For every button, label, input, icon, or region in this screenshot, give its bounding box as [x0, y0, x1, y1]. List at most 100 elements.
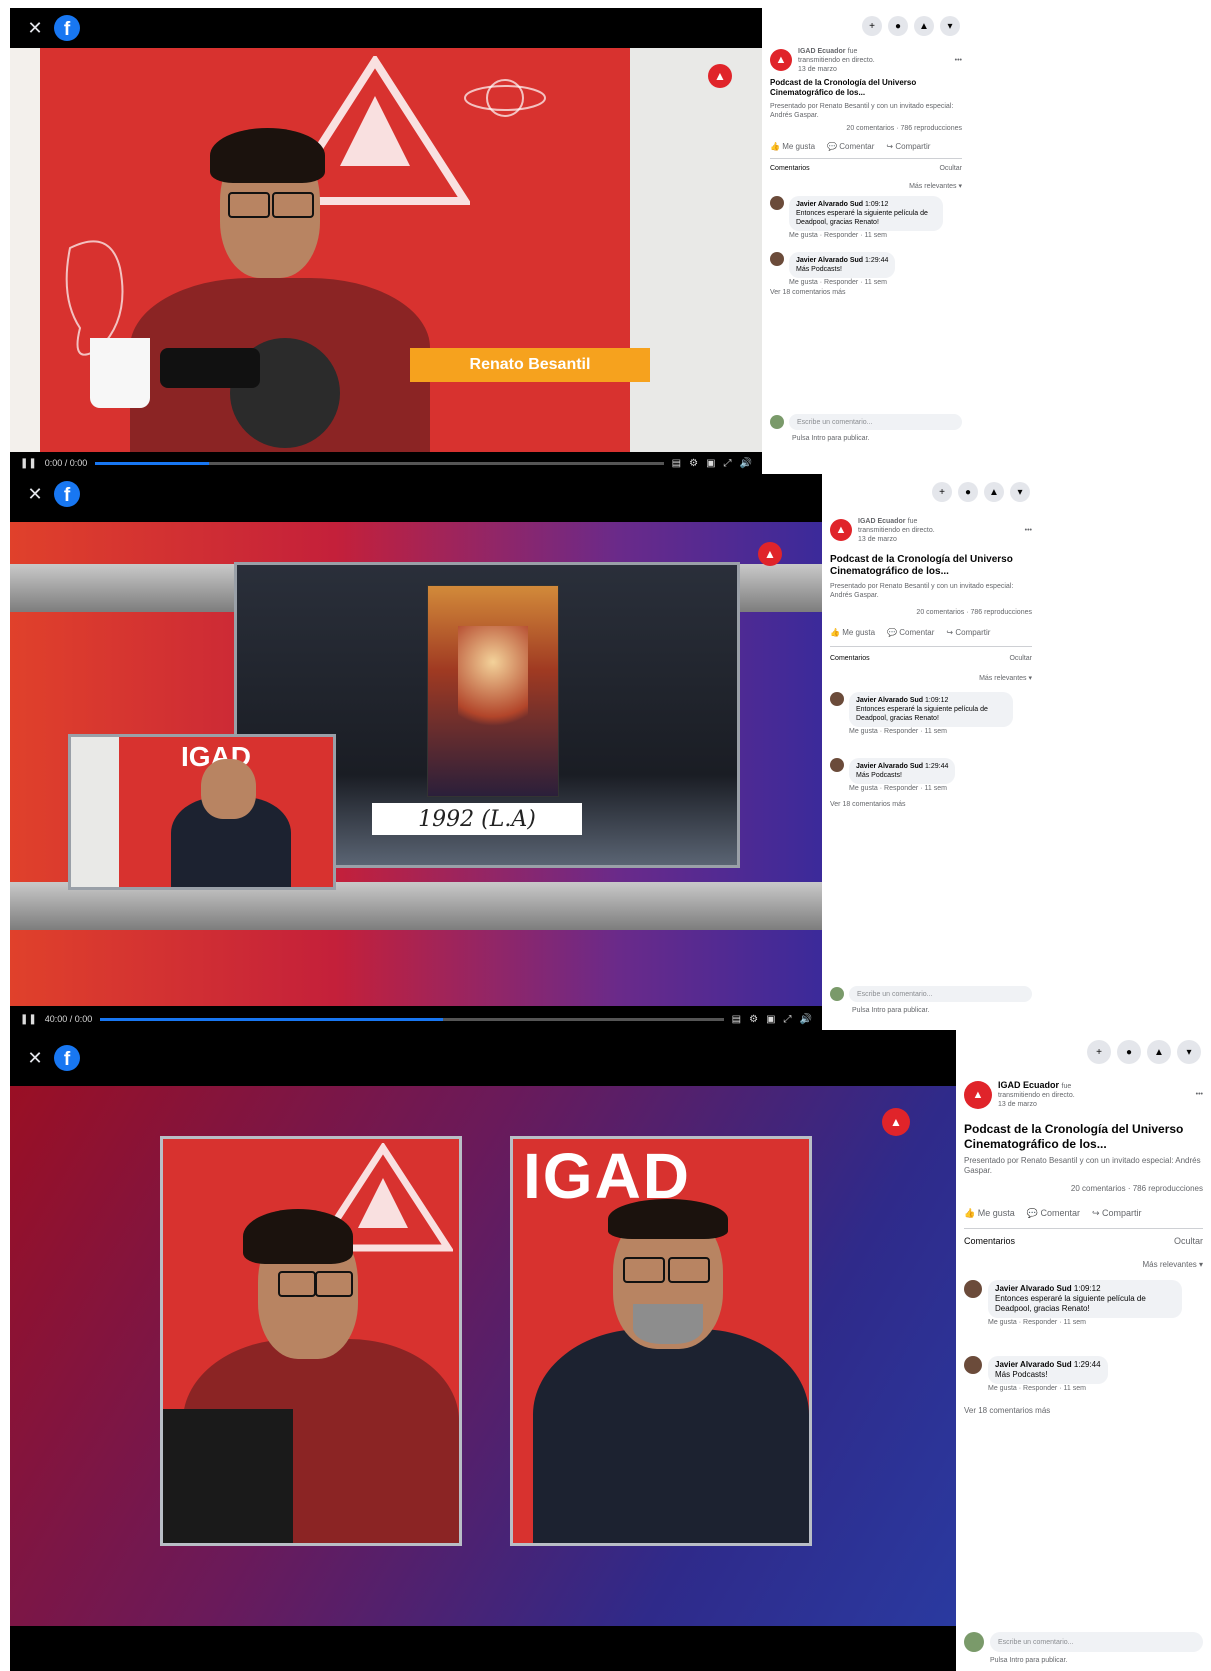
close-icon[interactable]: ✕ — [26, 18, 44, 39]
comment-bubble: Javier Alvarado Sud 1:29:44 Más Podcasts! — [849, 758, 956, 784]
commenter-avatar[interactable] — [964, 1280, 982, 1298]
hide-comments-link[interactable]: Ocultar — [939, 164, 962, 173]
commenter-avatar[interactable] — [830, 692, 844, 706]
like-button[interactable]: 👍 Me gusta — [830, 628, 875, 637]
comment-meta[interactable]: Me gusta · Responder · 11 sem — [988, 1318, 1182, 1327]
account-icon[interactable]: ▾ — [940, 16, 960, 36]
post-title: Podcast de la Cronología del Universo Ci… — [770, 78, 917, 97]
page-time: 13 de marzo — [858, 536, 897, 543]
like-button[interactable]: 👍 Me gusta — [964, 1208, 1015, 1219]
post-stats[interactable]: 20 comentarios · 786 reproducciones — [964, 1184, 1203, 1193]
account-icon[interactable]: ▾ — [1010, 482, 1030, 502]
close-icon[interactable]: ✕ — [26, 1048, 44, 1069]
comment-meta[interactable]: Me gusta · Responder · 11 sem — [849, 727, 1013, 736]
igad-watermark-icon: ▲ — [708, 64, 732, 88]
progress-bar[interactable] — [100, 1017, 724, 1021]
post-title: Podcast de la Cronología del Universo Ci… — [964, 1122, 1184, 1151]
commenter-avatar[interactable] — [770, 196, 784, 210]
more-comments-link[interactable]: Ver 18 comentarios más — [770, 288, 962, 297]
captions-icon[interactable]: ▤ — [732, 1014, 741, 1025]
fullscreen-icon[interactable]: ⤢ — [784, 1014, 792, 1025]
pip-icon[interactable]: ▣ — [706, 458, 715, 469]
post-stats[interactable]: 20 comentarios · 786 reproducciones — [830, 608, 1032, 617]
account-icon[interactable]: ▾ — [1177, 1040, 1201, 1064]
page-avatar[interactable]: ▲ — [964, 1080, 992, 1109]
pause-icon[interactable]: ❚❚ — [20, 458, 37, 469]
fullscreen-icon[interactable]: ⤢ — [724, 458, 732, 469]
messenger-icon[interactable]: ● — [888, 16, 908, 36]
video-player[interactable]: ✕ f Renato Besantil ▲ ❚❚ 0:00 / 0:00 ▤ ⚙… — [10, 8, 762, 474]
more-options-icon[interactable]: ••• — [1025, 526, 1032, 535]
page-sub: transmitiendo en directo. — [858, 527, 935, 534]
bell-icon[interactable]: ▲ — [1147, 1040, 1171, 1064]
comment-input[interactable]: Escribe un comentario... — [789, 414, 962, 430]
input-hint: Pulsa Intro para publicar. — [852, 1007, 930, 1014]
video-frame: Renato Besantil ▲ — [10, 48, 762, 452]
progress-bar[interactable] — [95, 461, 664, 465]
post-title: Podcast de la Cronología del Universo Ci… — [830, 554, 1013, 577]
page-name[interactable]: IGAD Ecuador — [858, 518, 905, 525]
video-controls: ❚❚ 0:00 / 0:00 ▤ ⚙ ▣ ⤢ 🔊 — [10, 452, 762, 474]
comment-input[interactable]: Escribe un comentario... — [990, 1632, 1203, 1652]
pause-icon[interactable]: ❚❚ — [20, 1014, 37, 1025]
share-button[interactable]: ↪ Compartir — [1092, 1208, 1142, 1219]
more-comments-link[interactable]: Ver 18 comentarios más — [964, 1406, 1203, 1415]
user-avatar — [770, 415, 784, 429]
page-name[interactable]: IGAD Ecuador — [998, 1080, 1059, 1090]
post-stats[interactable]: 20 comentarios · 786 reproducciones — [770, 124, 962, 133]
video-player[interactable]: ✕ f 1992 (L.A) IGAD ▲ ❚❚ 40:00 / 0:00 ▤ … — [10, 474, 822, 1030]
plus-icon[interactable]: + — [862, 16, 882, 36]
comment-meta[interactable]: Me gusta · Responder · 11 sem — [849, 784, 955, 793]
like-button[interactable]: 👍 Me gusta — [770, 142, 815, 151]
comment-meta[interactable]: Me gusta · Responder · 11 sem — [988, 1384, 1108, 1393]
more-options-icon[interactable]: ••• — [955, 56, 962, 65]
page-sub: transmitiendo en directo. — [798, 57, 875, 64]
volume-icon[interactable]: 🔊 — [800, 1014, 812, 1025]
sort-dropdown[interactable]: Más relevantes ▾ — [770, 182, 962, 191]
comment-button[interactable]: 💬 Comentar — [1027, 1208, 1080, 1219]
time-display: 40:00 / 0:00 — [44, 1014, 93, 1024]
commenter-avatar[interactable] — [770, 252, 784, 266]
page-avatar[interactable]: ▲ — [830, 519, 852, 541]
page-name[interactable]: IGAD Ecuador — [798, 48, 845, 55]
hide-comments-link[interactable]: Ocultar — [1009, 654, 1032, 663]
page-suffix: fue — [907, 518, 918, 525]
more-options-icon[interactable]: ••• — [1196, 1090, 1203, 1099]
messenger-icon[interactable]: ● — [958, 482, 978, 502]
post-description: Presentado por Renato Besantil y con un … — [770, 103, 954, 119]
sort-dropdown[interactable]: Más relevantes ▾ — [830, 674, 1032, 683]
hide-comments-link[interactable]: Ocultar — [1174, 1236, 1203, 1246]
bell-icon[interactable]: ▲ — [984, 482, 1004, 502]
guest-camera-panel: IGAD — [510, 1136, 812, 1546]
facebook-icon[interactable]: f — [54, 481, 80, 507]
close-icon[interactable]: ✕ — [26, 484, 44, 505]
bell-icon[interactable]: ▲ — [914, 16, 934, 36]
video-controls: ❚❚ 40:00 / 0:00 ▤ ⚙ ▣ ⤢ 🔊 — [10, 1008, 822, 1030]
commenter-avatar[interactable] — [964, 1356, 982, 1374]
share-button[interactable]: ↪ Compartir — [946, 628, 990, 637]
plus-icon[interactable]: + — [932, 482, 952, 502]
pip-icon[interactable]: ▣ — [766, 1014, 775, 1025]
video-player[interactable]: ✕ f IGAD ▲ — [10, 1030, 956, 1671]
commenter-avatar[interactable] — [830, 758, 844, 772]
page-avatar[interactable]: ▲ — [770, 49, 792, 71]
comment-bubble: Javier Alvarado Sud 1:29:44 Más Podcasts! — [789, 252, 896, 278]
share-button[interactable]: ↪ Compartir — [886, 142, 930, 151]
comment-meta[interactable]: Me gusta · Responder · 11 sem — [789, 231, 943, 240]
messenger-icon[interactable]: ● — [1117, 1040, 1141, 1064]
settings-icon[interactable]: ⚙ — [689, 458, 698, 469]
comment-button[interactable]: 💬 Comentar — [827, 142, 874, 151]
plus-icon[interactable]: + — [1087, 1040, 1111, 1064]
volume-icon[interactable]: 🔊 — [740, 458, 752, 469]
sort-dropdown[interactable]: Más relevantes ▾ — [964, 1260, 1203, 1269]
inset-camera: IGAD — [68, 734, 336, 890]
more-comments-link[interactable]: Ver 18 comentarios más — [830, 800, 1032, 809]
comment-button[interactable]: 💬 Comentar — [887, 628, 934, 637]
settings-icon[interactable]: ⚙ — [749, 1014, 758, 1025]
igad-watermark-icon: ▲ — [882, 1108, 910, 1136]
comment-input[interactable]: Escribe un comentario... — [849, 986, 1032, 1002]
facebook-icon[interactable]: f — [54, 1045, 80, 1071]
facebook-icon[interactable]: f — [54, 15, 80, 41]
captions-icon[interactable]: ▤ — [672, 458, 681, 469]
comment-meta[interactable]: Me gusta · Responder · 11 sem — [789, 278, 895, 287]
